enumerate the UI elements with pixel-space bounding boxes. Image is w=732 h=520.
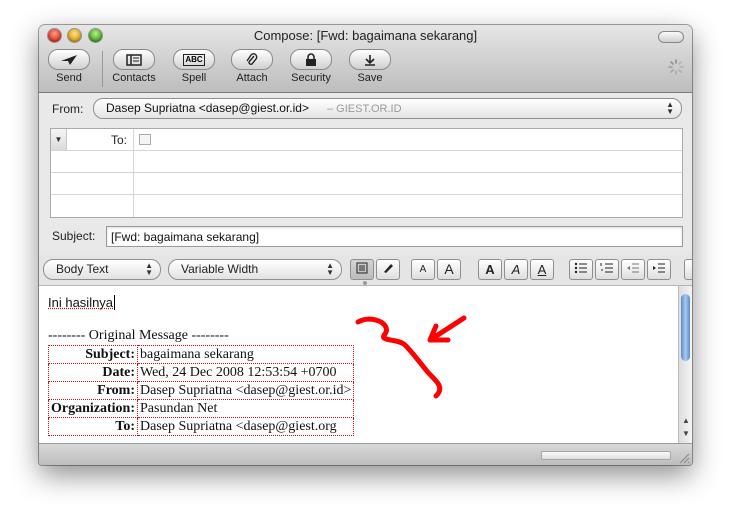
from-account-select[interactable]: Dasep Supriatna <dasep@giest.or.id> – GIE… (93, 98, 682, 119)
subject-label: Subject: (52, 229, 96, 243)
table-row: Organization: Pasundan Net (48, 399, 355, 418)
font-family-select[interactable]: Variable Width ▲ ▼ (168, 259, 342, 280)
header-value: Wed, 24 Dec 2008 12:53:54 +0700 (136, 363, 355, 382)
from-label: From: (52, 102, 84, 116)
resize-grip-icon[interactable] (678, 452, 690, 464)
toolbar-toggle-button[interactable] (658, 31, 684, 43)
contact-card-icon[interactable] (139, 134, 151, 145)
forwarded-header-table: Subject: bagaimana sekarang Date: Wed, 24 … (48, 345, 355, 436)
header-key: From: (48, 381, 138, 400)
toolbar-separator (102, 51, 103, 87)
header-value: Dasep Supriatna <dasep@giest.or.id> (136, 381, 355, 400)
message-header: From: Dasep Supriatna <dasep@giest.or.id… (39, 93, 692, 251)
security-button[interactable]: Security (282, 49, 340, 84)
pencil-icon (384, 264, 393, 273)
send-label: Send (56, 72, 82, 84)
to-label: To: (111, 133, 128, 147)
text-color-icon (356, 262, 368, 274)
original-message-marker: -------- Original Message -------- (48, 328, 229, 343)
table-row: Subject: bagaimana sekarang (48, 345, 355, 364)
lock-icon (306, 53, 316, 66)
smaller-text-button[interactable]: A (411, 259, 435, 280)
larger-text-button[interactable]: A (437, 259, 461, 280)
recipient-row[interactable]: ▼ To: (51, 129, 682, 151)
popup-arrows-icon: ▲ ▼ (666, 100, 674, 116)
body-vertical-scrollbar[interactable]: ▲ ▼ (678, 286, 692, 443)
save-label: Save (357, 72, 383, 84)
paperclip-icon (246, 52, 258, 65)
status-bar (39, 443, 692, 465)
recipient-row[interactable] (51, 151, 682, 173)
address-book-icon (126, 53, 142, 66)
text-caret (114, 295, 116, 310)
highlight-button[interactable] (376, 259, 400, 280)
popup-arrows-icon: ▲ ▼ (145, 261, 153, 277)
header-key: Date: (48, 363, 138, 382)
recipient-list: ▼ To: (50, 128, 683, 218)
contacts-label: Contacts (112, 72, 156, 84)
format-toolbar: Body Text ▲ ▼ Variable Width ▲ ▼ A A A A A (39, 255, 692, 286)
download-arrow-icon (365, 54, 375, 66)
popup-arrows-icon: ▲ ▼ (326, 261, 334, 277)
subject-value: [Fwd: bagaimana sekarang] (111, 230, 260, 244)
header-key: Subject: (48, 345, 138, 364)
recipient-row[interactable] (51, 173, 682, 195)
header-key: Organization: (48, 399, 138, 418)
address-type-dropdown[interactable]: ▼ (51, 129, 67, 150)
scroll-thumb[interactable] (681, 294, 690, 361)
header-value: Pasundan Net (136, 399, 355, 418)
italic-button[interactable]: A (504, 259, 528, 280)
table-row: To: Dasep Supriatna <dasep@giest.org (48, 417, 355, 436)
from-value: Dasep Supriatna <dasep@giest.or.id> (106, 101, 309, 115)
security-label: Security (291, 72, 331, 84)
font-family-value: Variable Width (181, 262, 259, 276)
header-value: bagaimana sekarang (136, 345, 355, 364)
spell-button[interactable]: ABC Spell (165, 49, 223, 84)
window-title: Compose: [Fwd: bagaimana sekarang] (253, 28, 478, 43)
bold-button[interactable]: A (478, 259, 502, 280)
numbered-list-button[interactable] (595, 259, 619, 280)
recipient-row[interactable] (51, 195, 682, 216)
indent-button[interactable] (647, 259, 671, 280)
bullet-list-button[interactable] (569, 259, 593, 280)
from-account-name: – GIEST.OR.ID (326, 103, 402, 115)
text-color-button[interactable] (350, 259, 374, 280)
scroll-up-arrow-icon[interactable]: ▲ (682, 416, 690, 425)
underline-button[interactable]: A (530, 259, 554, 280)
table-row: From: Dasep Supriatna <dasep@giest.or.id> (48, 381, 355, 400)
message-body-editor[interactable]: Ini hasilnya -------- Original Message -… (39, 286, 678, 443)
contacts-button[interactable]: Contacts (105, 49, 163, 84)
table-row: Date: Wed, 24 Dec 2008 12:53:54 +0700 (48, 363, 355, 382)
subject-input[interactable]: [Fwd: bagaimana sekarang] (106, 226, 683, 247)
compose-window: Compose: [Fwd: bagaimana sekarang] Send … (39, 25, 692, 465)
attach-button[interactable]: Attach (223, 49, 281, 84)
send-icon (61, 54, 77, 65)
activity-spinner-icon (668, 59, 684, 75)
outdent-button[interactable] (621, 259, 645, 280)
header-key: To: (48, 417, 138, 436)
more-format-button[interactable] (684, 259, 692, 280)
paragraph-style-select[interactable]: Body Text ▲ ▼ (43, 259, 161, 280)
outdent-icon (627, 263, 639, 273)
scroll-down-arrow-icon[interactable]: ▼ (682, 429, 690, 438)
spellcheck-icon: ABC (183, 53, 205, 66)
numbered-list-icon (600, 263, 613, 273)
spell-label: Spell (181, 72, 207, 84)
paragraph-style-value: Body Text (56, 262, 109, 276)
indent-icon (653, 263, 665, 273)
header-value: Dasep Supriatna <dasep@giest.org (136, 417, 355, 436)
save-button[interactable]: Save (341, 49, 399, 84)
attach-label: Attach (236, 72, 268, 84)
body-first-line: Ini hasilnya (48, 295, 114, 310)
splitter-grip[interactable] (363, 281, 367, 285)
progress-bar (541, 451, 671, 460)
title-toolbar: Compose: [Fwd: bagaimana sekarang] Send … (39, 25, 692, 93)
bullet-list-icon (574, 262, 587, 274)
send-button[interactable]: Send (40, 49, 98, 84)
